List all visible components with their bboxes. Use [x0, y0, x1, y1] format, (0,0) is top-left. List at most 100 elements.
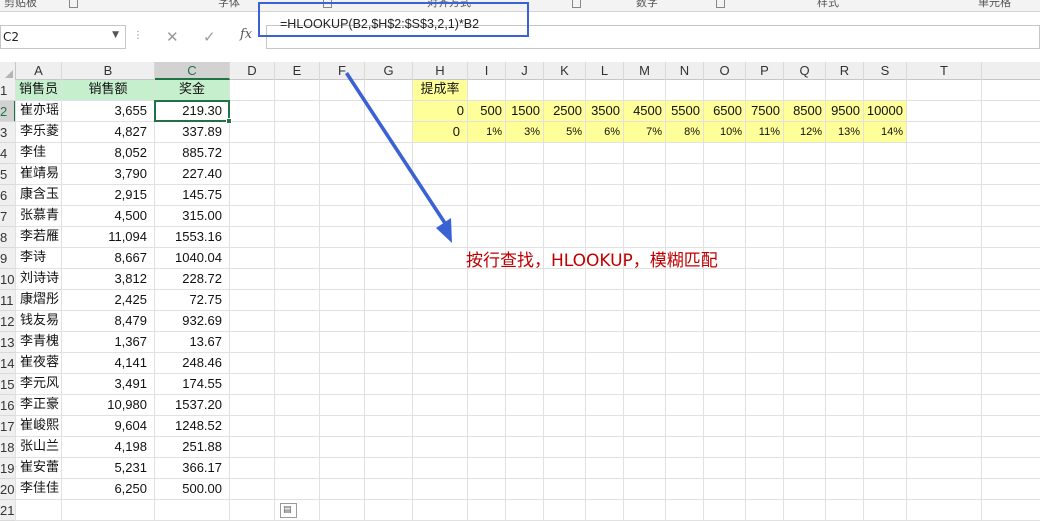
cell-bonus[interactable]: 337.89	[155, 122, 229, 142]
cell-sales-amount[interactable]: 8,479	[62, 311, 154, 331]
clipboard-launcher-icon[interactable]	[69, 0, 78, 8]
column-header-i[interactable]: I	[468, 62, 506, 80]
cell-salesperson[interactable]: 李元风	[16, 374, 61, 394]
cell-sales-amount[interactable]: 6,250	[62, 479, 154, 499]
cell-sales-amount[interactable]: 4,500	[62, 206, 154, 226]
column-header-k[interactable]: K	[544, 62, 586, 80]
cell-salesperson[interactable]: 李诗	[16, 248, 61, 268]
row-header-21[interactable]: 21	[0, 500, 16, 521]
select-all-button[interactable]	[0, 62, 16, 80]
cell-salesperson[interactable]: 张慕青	[16, 206, 61, 226]
rate-value-cell[interactable]: 12%	[784, 122, 825, 142]
cell-sales-amount[interactable]: 5,231	[62, 458, 154, 478]
column-header-h[interactable]: H	[413, 62, 468, 80]
rate-value-cell[interactable]: 1%	[468, 122, 505, 142]
cell-bonus[interactable]: 932.69	[155, 311, 229, 331]
cell-bonus[interactable]: 500.00	[155, 479, 229, 499]
column-header-a[interactable]: A	[16, 62, 62, 80]
row-header-5[interactable]: 5	[0, 164, 16, 185]
column-header-g[interactable]: G	[365, 62, 413, 80]
row-header-14[interactable]: 14	[0, 353, 16, 374]
rate-threshold-cell[interactable]: 9500	[826, 101, 863, 121]
cell-sales-amount[interactable]: 4,198	[62, 437, 154, 457]
row-header-2[interactable]: 2	[0, 101, 16, 122]
rate-threshold-cell[interactable]: 3500	[586, 101, 623, 121]
rate-threshold-cell[interactable]: 8500	[784, 101, 825, 121]
cell-sales-amount[interactable]: 11,094	[62, 227, 154, 247]
rate-value-cell[interactable]: 7%	[624, 122, 665, 142]
rate-value-cell[interactable]: 8%	[666, 122, 703, 142]
header-salesperson[interactable]: 销售员	[16, 80, 61, 100]
row-header-18[interactable]: 18	[0, 437, 16, 458]
row-header-20[interactable]: 20	[0, 479, 16, 500]
rate-threshold-cell[interactable]: 10000	[864, 101, 906, 121]
row-header-8[interactable]: 8	[0, 227, 16, 248]
header-sales-amount[interactable]: 销售额	[62, 80, 154, 100]
row-header-16[interactable]: 16	[0, 395, 16, 416]
cell-salesperson[interactable]: 李若雁	[16, 227, 61, 247]
column-header-c[interactable]: C	[155, 62, 230, 80]
rate-table-header[interactable]: 提成率	[413, 80, 467, 100]
cell-bonus[interactable]: 885.72	[155, 143, 229, 163]
cell-sales-amount[interactable]: 9,604	[62, 416, 154, 436]
column-header-d[interactable]: D	[230, 62, 275, 80]
number-launcher-icon[interactable]	[716, 0, 725, 8]
cell-salesperson[interactable]: 崔安蕾	[16, 458, 61, 478]
alignment-launcher-icon[interactable]	[572, 0, 581, 8]
cell-bonus[interactable]: 251.88	[155, 437, 229, 457]
cell-sales-amount[interactable]: 3,491	[62, 374, 154, 394]
fill-handle[interactable]	[226, 118, 232, 124]
cell-bonus[interactable]: 315.00	[155, 206, 229, 226]
cell-sales-amount[interactable]: 8,667	[62, 248, 154, 268]
cell-bonus[interactable]: 1248.52	[155, 416, 229, 436]
cell-bonus[interactable]: 72.75	[155, 290, 229, 310]
formula-bar-grip-icon[interactable]: ⋮	[133, 30, 143, 41]
header-bonus[interactable]: 奖金	[155, 80, 229, 100]
cell-sales-amount[interactable]: 3,790	[62, 164, 154, 184]
cell-salesperson[interactable]: 崔峻熙	[16, 416, 61, 436]
cell-salesperson[interactable]: 李佳佳	[16, 479, 61, 499]
cell-bonus[interactable]: 13.67	[155, 332, 229, 352]
cell-salesperson[interactable]: 张山兰	[16, 437, 61, 457]
cell-bonus[interactable]: 1537.20	[155, 395, 229, 415]
cell-salesperson[interactable]: 崔靖易	[16, 164, 61, 184]
rate-threshold-cell[interactable]: 500	[468, 101, 505, 121]
cell-sales-amount[interactable]: 10,980	[62, 395, 154, 415]
cell-salesperson[interactable]: 康含玉	[16, 185, 61, 205]
chevron-down-icon[interactable]: ▼	[112, 30, 119, 40]
rate-value-cell[interactable]: 6%	[586, 122, 623, 142]
name-box[interactable]: C2 ▼	[0, 25, 126, 49]
cell-sales-amount[interactable]: 3,812	[62, 269, 154, 289]
column-header-r[interactable]: R	[826, 62, 864, 80]
cell-salesperson[interactable]: 崔亦瑶	[16, 101, 61, 121]
row-header-7[interactable]: 7	[0, 206, 16, 227]
column-header-q[interactable]: Q	[784, 62, 826, 80]
column-header-m[interactable]: M	[624, 62, 666, 80]
cell-bonus[interactable]: 228.72	[155, 269, 229, 289]
cell-sales-amount[interactable]: 1,367	[62, 332, 154, 352]
column-header-b[interactable]: B	[62, 62, 155, 80]
row-header-13[interactable]: 13	[0, 332, 16, 353]
cell-salesperson[interactable]: 钱友易	[16, 311, 61, 331]
cell-sales-amount[interactable]: 2,425	[62, 290, 154, 310]
row-header-11[interactable]: 11	[0, 290, 16, 311]
row-header-4[interactable]: 4	[0, 143, 16, 164]
rate-threshold-cell[interactable]: 0	[413, 101, 467, 121]
column-header-j[interactable]: J	[506, 62, 544, 80]
column-header-o[interactable]: O	[704, 62, 746, 80]
rate-value-cell[interactable]: 10%	[704, 122, 745, 142]
cell-bonus[interactable]: 145.75	[155, 185, 229, 205]
cell-salesperson[interactable]: 李乐菱	[16, 122, 61, 142]
rate-value-cell[interactable]: 5%	[544, 122, 585, 142]
rate-threshold-cell[interactable]: 7500	[746, 101, 783, 121]
row-header-10[interactable]: 10	[0, 269, 16, 290]
cell-salesperson[interactable]: 李正豪	[16, 395, 61, 415]
cell-sales-amount[interactable]: 2,915	[62, 185, 154, 205]
row-header-12[interactable]: 12	[0, 311, 16, 332]
row-header-15[interactable]: 15	[0, 374, 16, 395]
column-header-e[interactable]: E	[275, 62, 320, 80]
cancel-button[interactable]: ✕	[166, 28, 179, 46]
column-header-n[interactable]: N	[666, 62, 704, 80]
cell-salesperson[interactable]: 刘诗诗	[16, 269, 61, 289]
quick-analysis-button[interactable]: ▤	[280, 503, 297, 518]
